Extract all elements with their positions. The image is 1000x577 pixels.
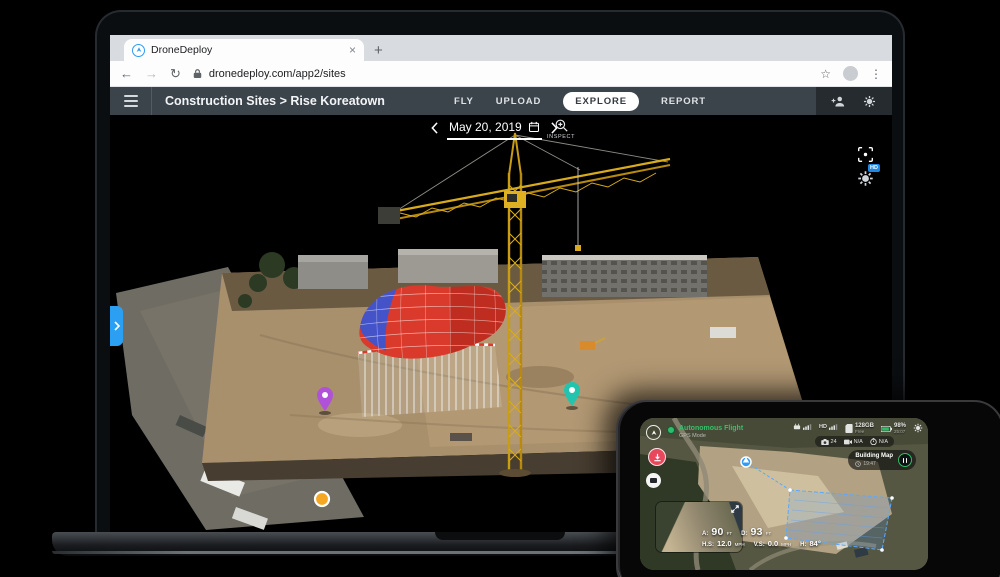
dronedeploy-logo-button[interactable] [646,425,661,440]
quality-gear-icon [857,170,874,187]
heading-value: 84° [810,539,821,548]
inspect-magnifier-icon [554,118,569,133]
video-signal-indicator: HD [819,423,838,430]
settings-gear-icon[interactable] [862,95,877,108]
remote-controller-icon [793,423,801,430]
storage-sub: Free [855,430,864,435]
browser-toolbar: ← → ↻ dronedeploy.com/app2/sites ☆ ⋮ [110,61,892,87]
vspeed-value: 0.0 [768,539,778,548]
browser-tabstrip: DroneDeploy × + [110,35,892,61]
clock-icon [855,461,861,467]
video-icon [844,439,852,445]
app-header: Construction Sites > Rise Koreatown FLY … [110,87,892,115]
rth-drone-icon [653,453,662,462]
flight-mode-label: Autonomous Flight [679,425,743,433]
tab-title: DroneDeploy [151,44,343,56]
building-map-timer: 19:47 [855,461,893,467]
flight-status[interactable]: Autonomous Flight GPS Mode [667,425,743,439]
date-navigator: May 20, 2019 [430,120,559,140]
recenter-tool[interactable] [854,143,876,165]
chevron-right-icon [114,321,120,331]
sidebar-expand-tab[interactable] [110,306,123,346]
expand-icon [731,505,739,513]
prev-date-icon[interactable] [430,120,439,134]
lock-icon [193,68,202,79]
focus-crosshair-icon [857,146,874,163]
back-icon[interactable]: ← [120,66,133,81]
building-map-label: Building Map [855,453,893,461]
phone-mockup: Autonomous Flight GPS Mode HD 128GB [616,400,1000,577]
hamburger-menu-button[interactable] [110,87,152,115]
timer-counter: N/A [870,438,888,445]
distance-value: 93 [750,526,762,538]
hd-badge: HD [868,164,880,172]
hd-signal-label: HD [819,424,827,430]
storage-indicator[interactable]: 128GB Free [845,423,874,435]
browser-menu-icon[interactable]: ⋮ [870,67,882,81]
building-map-panel[interactable]: Building Map 19:47 [848,450,916,470]
breadcrumb: Construction Sites > Rise Koreatown [152,87,385,115]
inspect-label: INSPECT [547,134,575,140]
url-text: dronedeploy.com/app2/sites [209,68,346,80]
profile-avatar[interactable] [843,66,858,81]
address-bar[interactable]: dronedeploy.com/app2/sites [193,68,808,80]
battery-indicator[interactable]: 98% 25:07 [881,423,906,435]
battery-icon [881,426,892,432]
pin-orange[interactable] [315,492,329,506]
sd-card-icon [845,424,853,433]
bookmark-star-icon[interactable]: ☆ [820,67,831,81]
camera-icon [821,439,829,445]
pause-mapping-button[interactable] [898,453,912,467]
phone-screen: Autonomous Flight GPS Mode HD 128GB [640,418,928,570]
rc-signal-indicator [793,423,812,430]
nav-upload[interactable]: UPLOAD [496,96,542,107]
header-actions [816,87,892,115]
tab-close-icon[interactable]: × [349,43,356,57]
reload-icon[interactable]: ↻ [170,66,181,82]
date-picker[interactable]: May 20, 2019 [447,120,542,140]
gps-mode-label: GPS Mode [679,433,743,439]
marketing-composite: DroneDeploy × + ← → ↻ dronedeploy.com/ap… [0,0,1000,577]
camera-view-toggle-button[interactable] [646,473,661,488]
telemetry-readout: A: 90 FT D: 93 FT H.S: 12.0 MPH V.S: 0.0… [702,526,821,548]
nav-fly[interactable]: FLY [454,96,474,107]
current-date: May 20, 2019 [449,120,522,134]
invite-user-icon[interactable] [831,95,846,108]
hspeed-value: 12.0 [717,539,732,548]
capture-counters: 24 N/A N/A [815,436,894,447]
nav-explore[interactable]: EXPLORE [563,92,639,111]
status-green-dot [667,426,675,434]
timer-icon [870,438,877,445]
calendar-icon [528,121,540,133]
return-to-home-button[interactable] [648,448,666,466]
dronedeploy-favicon [132,44,145,57]
forward-icon[interactable]: → [145,66,158,81]
browser-tab[interactable]: DroneDeploy × [124,39,364,61]
photo-counter: 24 [821,439,837,445]
altitude-value: 90 [711,526,723,538]
new-tab-button[interactable]: + [374,42,383,61]
nav-report[interactable]: REPORT [661,96,706,107]
inspect-tool[interactable]: INSPECT [547,118,575,140]
app-nav: FLY UPLOAD EXPLORE REPORT [454,87,706,115]
video-counter: N/A [844,439,863,445]
battery-sub: 25:07 [894,430,905,435]
phone-statusbar: HD 128GB Free 98% 25:07 [793,423,923,435]
phone-settings-icon[interactable] [913,423,923,433]
quality-settings-tool[interactable]: HD [854,167,876,189]
